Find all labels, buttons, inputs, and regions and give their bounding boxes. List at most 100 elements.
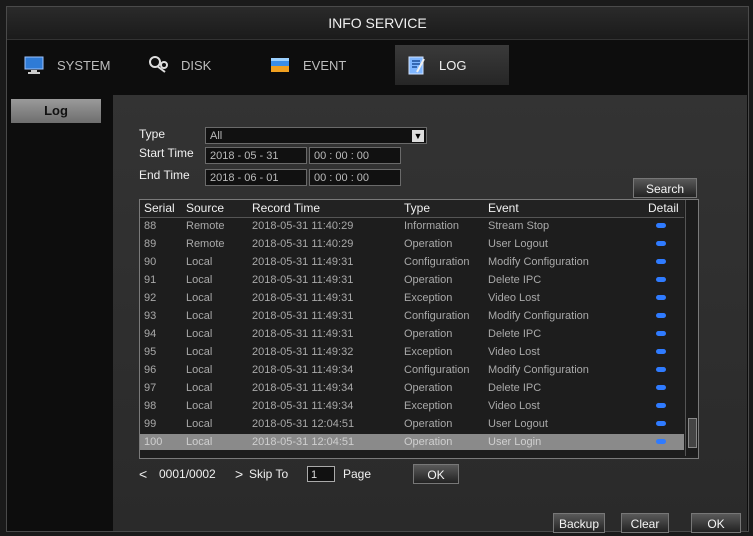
table-row[interactable]: 97 Local 2018-05-31 11:49:34 Operation Delet…: [140, 380, 684, 396]
next-page-button[interactable]: >: [235, 466, 249, 482]
tab-event-label: EVENT: [303, 57, 347, 73]
detail-icon[interactable]: [656, 259, 666, 264]
table-scrollbar[interactable]: [685, 200, 698, 456]
cell-serial: 98: [144, 400, 157, 412]
chevron-down-icon: ▼: [412, 130, 424, 142]
detail-icon[interactable]: [656, 295, 666, 300]
table-row[interactable]: 92 Local 2018-05-31 11:49:31 Exception Video…: [140, 290, 684, 306]
table-row[interactable]: 98 Local 2018-05-31 11:49:34 Exception Video…: [140, 398, 684, 414]
end-time-field[interactable]: 00 : 00 : 00: [309, 169, 401, 186]
cell-source: Local: [186, 328, 213, 340]
backup-button[interactable]: Backup: [553, 513, 605, 533]
cell-time: 2018-05-31 11:40:29: [252, 220, 354, 232]
table-row[interactable]: 96 Local 2018-05-31 11:49:34 Configuration M…: [140, 362, 684, 378]
header-serial[interactable]: Serial: [144, 200, 175, 217]
header-type[interactable]: Type: [404, 200, 430, 217]
detail-icon[interactable]: [656, 349, 666, 354]
cell-time: 2018-05-31 11:49:31: [252, 310, 354, 322]
cell-serial: 99: [144, 418, 157, 430]
detail-icon[interactable]: [656, 385, 666, 390]
table-row[interactable]: 95 Local 2018-05-31 11:49:32 Exception Video…: [140, 344, 684, 360]
cell-serial: 100: [144, 436, 163, 448]
tab-system[interactable]: SYSTEM: [23, 45, 137, 85]
prev-page-button[interactable]: <: [139, 466, 159, 482]
skip-page-input[interactable]: 1: [307, 466, 335, 482]
table-row[interactable]: 91 Local 2018-05-31 11:49:31 Operation Delet…: [140, 272, 684, 288]
scrollbar-thumb[interactable]: [688, 418, 697, 448]
cell-event: User Logout: [488, 238, 548, 250]
cell-event: Modify Configuration: [488, 364, 589, 376]
cell-source: Local: [186, 400, 213, 412]
disk-icon: [147, 54, 169, 76]
cell-source: Local: [186, 364, 213, 376]
table-row[interactable]: 93 Local 2018-05-31 11:49:31 Configuration M…: [140, 308, 684, 324]
table-header: Serial Source Record Time Type Event Det…: [140, 200, 684, 218]
cell-time: 2018-05-31 11:49:34: [252, 400, 354, 412]
table-row[interactable]: 99 Local 2018-05-31 12:04:51 Operation User …: [140, 416, 684, 432]
cell-event: Video Lost: [488, 292, 540, 304]
cell-event: Video Lost: [488, 400, 540, 412]
table-row[interactable]: 94 Local 2018-05-31 11:49:31 Operation Delet…: [140, 326, 684, 342]
header-detail[interactable]: Detail: [648, 200, 679, 217]
detail-icon[interactable]: [656, 403, 666, 408]
cell-type: Operation: [404, 274, 453, 286]
detail-icon[interactable]: [656, 313, 666, 318]
header-event[interactable]: Event: [488, 200, 519, 217]
cell-event: Stream Stop: [488, 220, 550, 232]
tab-event[interactable]: EVENT: [269, 45, 391, 85]
detail-icon[interactable]: [656, 367, 666, 372]
header-record-time[interactable]: Record Time: [252, 200, 320, 217]
end-time-label: End Time: [139, 168, 190, 182]
cell-source: Local: [186, 292, 213, 304]
page-ok-button[interactable]: OK: [413, 464, 459, 484]
cell-serial: 96: [144, 364, 157, 376]
clear-button[interactable]: Clear: [621, 513, 669, 533]
cell-event: Modify Configuration: [488, 256, 589, 268]
end-date-field[interactable]: 2018 - 06 - 01: [205, 169, 307, 186]
skip-to-label: Skip To: [249, 467, 289, 481]
detail-icon[interactable]: [656, 277, 666, 282]
cell-type: Exception: [404, 346, 453, 358]
detail-icon[interactable]: [656, 331, 666, 336]
tab-disk[interactable]: DISK: [147, 45, 257, 85]
start-time-field[interactable]: 00 : 00 : 00: [309, 147, 401, 164]
cell-type: Configuration: [404, 310, 470, 322]
cell-source: Remote: [186, 220, 225, 232]
cell-type: Exception: [404, 400, 453, 412]
cell-serial: 89: [144, 238, 157, 250]
header-source[interactable]: Source: [186, 200, 224, 217]
sidebar-item-log[interactable]: Log: [11, 99, 101, 123]
type-dropdown[interactable]: All ▼: [205, 127, 427, 144]
search-button[interactable]: Search: [633, 178, 697, 198]
cell-serial: 93: [144, 310, 157, 322]
detail-icon[interactable]: [656, 223, 666, 228]
table-row[interactable]: 100 Local 2018-05-31 12:04:51 Operation User…: [140, 434, 684, 450]
cell-time: 2018-05-31 11:49:34: [252, 382, 354, 394]
cell-event: Modify Configuration: [488, 310, 589, 322]
table-row[interactable]: 89 Remote 2018-05-31 11:40:29 Operation User…: [140, 236, 684, 252]
cell-time: 2018-05-31 12:04:51: [252, 436, 355, 448]
table-row[interactable]: 88 Remote 2018-05-31 11:40:29 Information St…: [140, 218, 684, 234]
tab-bar: SYSTEM DISK EVENT LOG: [7, 41, 748, 91]
start-time-label: Start Time: [139, 146, 194, 160]
detail-icon[interactable]: [656, 241, 666, 246]
ok-button[interactable]: OK: [691, 513, 741, 533]
window-title: INFO SERVICE: [7, 7, 748, 40]
cell-serial: 95: [144, 346, 157, 358]
cell-event: Delete IPC: [488, 328, 542, 340]
start-time-value: 00 : 00 : 00: [314, 150, 370, 162]
cell-event: User Login: [488, 436, 542, 448]
cell-serial: 94: [144, 328, 157, 340]
detail-icon[interactable]: [656, 421, 666, 426]
tab-log[interactable]: LOG: [395, 45, 509, 85]
monitor-icon: [23, 54, 45, 76]
cell-type: Operation: [404, 238, 453, 250]
cell-type: Configuration: [404, 364, 470, 376]
table-row[interactable]: 90 Local 2018-05-31 11:49:31 Configuration M…: [140, 254, 684, 270]
cell-time: 2018-05-31 11:49:31: [252, 328, 354, 340]
cell-time: 2018-05-31 12:04:51: [252, 418, 355, 430]
start-date-field[interactable]: 2018 - 05 - 31: [205, 147, 307, 164]
detail-icon[interactable]: [656, 439, 666, 444]
end-time-value: 00 : 00 : 00: [314, 172, 370, 184]
cell-time: 2018-05-31 11:49:32: [252, 346, 354, 358]
